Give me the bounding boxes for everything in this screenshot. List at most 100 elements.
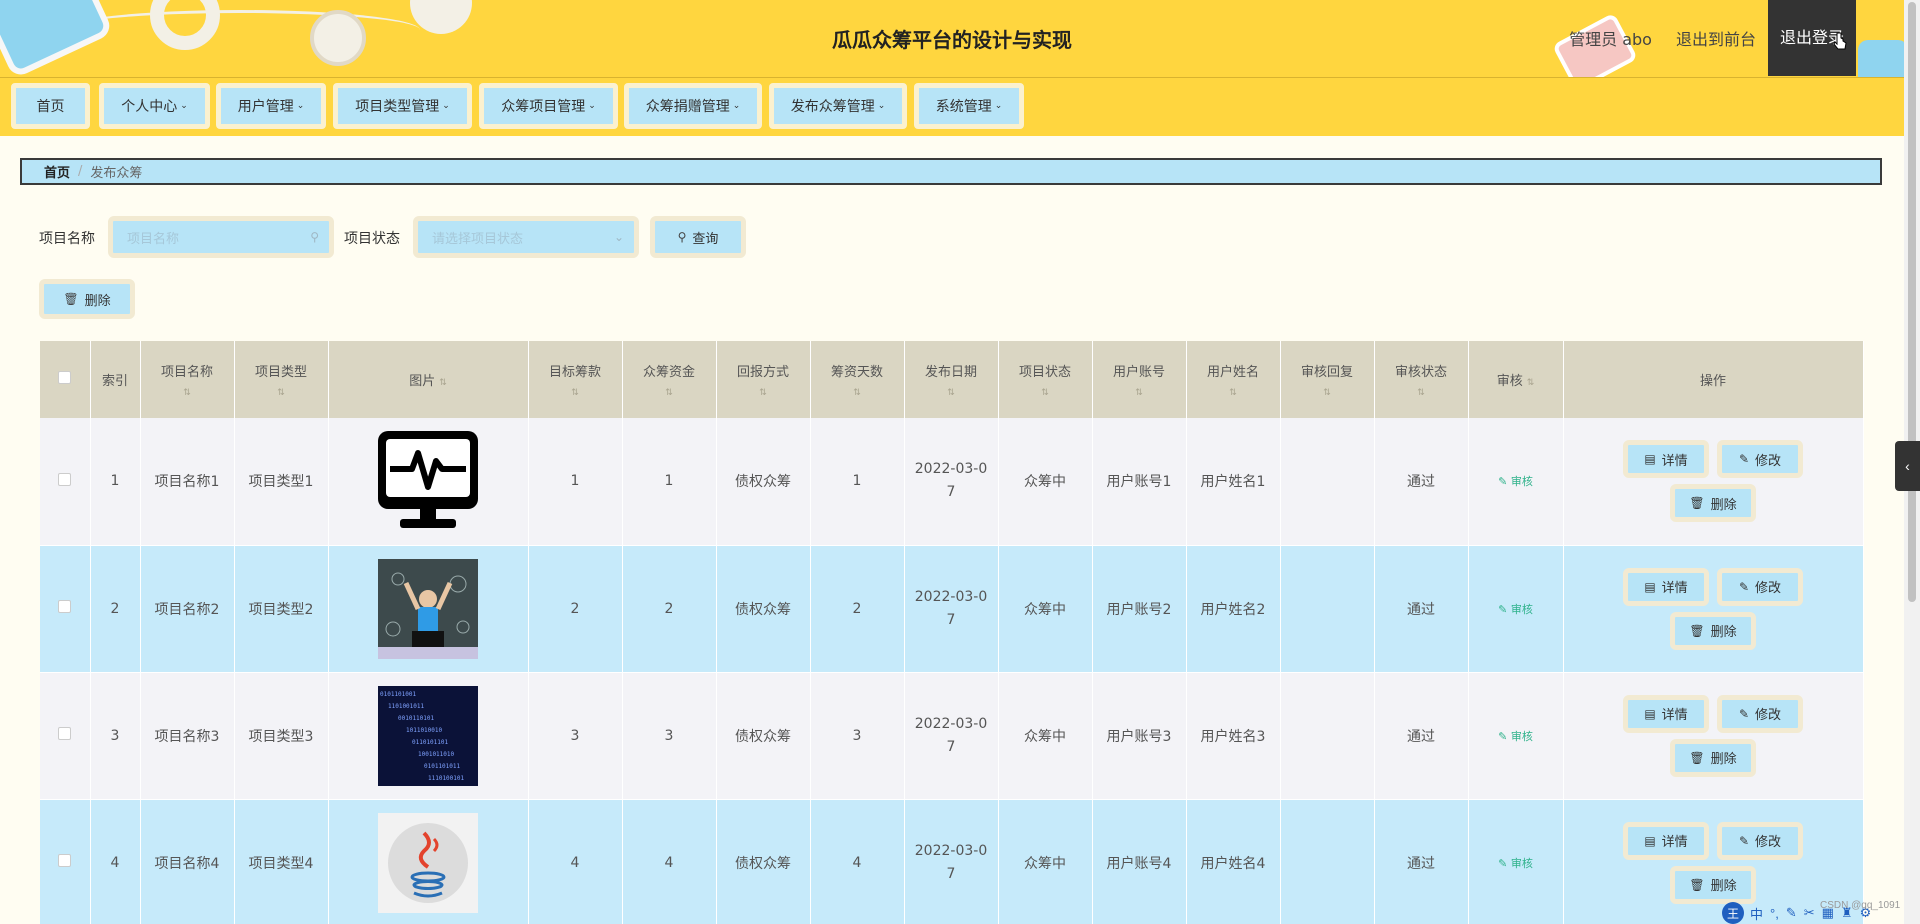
audit-reply-cell xyxy=(1280,672,1375,800)
column-header[interactable]: 项目状态 ⇅ xyxy=(998,341,1093,418)
document-icon: ▤ xyxy=(1644,706,1656,721)
audit-link[interactable]: ✎ 审核 xyxy=(1498,603,1533,616)
edit-button[interactable]: ✎ 修改 xyxy=(1717,821,1803,860)
batch-delete-button[interactable]: 🗑 删除 xyxy=(39,279,135,319)
svg-text:0010110101: 0010110101 xyxy=(398,715,435,722)
menu-crowdfunding-project-management[interactable]: 众筹项目管理 ⌄ xyxy=(479,83,618,129)
ime-punct-icon[interactable]: °, xyxy=(1770,906,1779,921)
date-line: 2022-03-0 xyxy=(914,588,988,605)
date-line: 2022-03-0 xyxy=(914,461,988,478)
project-status-select[interactable]: 请选择项目状态 ⌄ xyxy=(413,216,639,258)
row-checkbox[interactable] xyxy=(58,472,72,486)
query-button[interactable]: ⚲ 查询 xyxy=(650,216,746,258)
menu-home[interactable]: 首页 xyxy=(11,83,90,129)
column-header[interactable]: 发布日期 ⇅ xyxy=(904,341,999,418)
menu-personal-center[interactable]: 个人中心 ⌄ xyxy=(99,83,210,129)
pen-icon: ✎ xyxy=(1498,475,1511,489)
sort-icon[interactable]: ⇅ xyxy=(141,388,234,398)
funds-cell: 2 xyxy=(622,545,717,673)
sort-icon[interactable]: ⇅ xyxy=(439,378,447,388)
sort-icon[interactable]: ⇅ xyxy=(999,388,1092,398)
column-header[interactable]: 图片 ⇅ xyxy=(328,341,529,418)
chevron-down-icon: ⌄ xyxy=(994,101,1003,111)
detail-button[interactable]: ▤ 详情 xyxy=(1623,694,1709,733)
breadcrumb-home[interactable]: 首页 xyxy=(44,162,70,181)
select-all-checkbox[interactable] xyxy=(58,371,72,384)
audit-cell: ✎ 审核 xyxy=(1468,799,1564,924)
delete-button[interactable]: 🗑 删除 xyxy=(1670,738,1756,777)
project-type-cell: 项目类型2 xyxy=(234,545,329,673)
sort-icon[interactable]: ⇅ xyxy=(623,388,716,398)
project-name-placeholder: 项目名称 xyxy=(127,231,180,247)
sort-icon[interactable]: ⇅ xyxy=(1375,388,1468,398)
audit-link[interactable]: ✎ 审核 xyxy=(1498,475,1533,488)
sort-icon[interactable]: ⇅ xyxy=(1527,378,1535,388)
audit-link[interactable]: ✎ 审核 xyxy=(1498,857,1533,870)
row-checkbox[interactable] xyxy=(58,854,72,867)
delete-button[interactable]: 🗑 删除 xyxy=(1670,865,1756,904)
column-header[interactable]: 审核 ⇅ xyxy=(1468,341,1564,418)
ime-pen-icon[interactable]: ✎ xyxy=(1786,905,1797,921)
child-laptop-image[interactable] xyxy=(378,558,478,659)
menu-label: 众筹捐赠管理 xyxy=(645,99,730,115)
sort-icon[interactable]: ⇅ xyxy=(905,388,998,398)
column-header: 操作 xyxy=(1563,341,1864,418)
edit-button[interactable]: ✎ 修改 xyxy=(1717,567,1803,606)
sort-icon[interactable]: ⇅ xyxy=(1281,388,1374,398)
column-header[interactable]: 用户姓名 ⇅ xyxy=(1186,341,1281,418)
sort-icon[interactable]: ⇅ xyxy=(235,388,328,398)
binary-code-image[interactable]: 0101101001 1101001011 0010110101 1011010010… xyxy=(378,685,478,786)
funds-cell: 4 xyxy=(622,799,717,924)
side-panel-toggle[interactable]: ‹ xyxy=(1895,441,1920,491)
detail-button[interactable]: ▤ 详情 xyxy=(1623,821,1709,860)
menu-publish-crowdfunding-management[interactable]: 发布众筹管理 ⌄ xyxy=(769,83,907,129)
monitor-heartbeat-image[interactable] xyxy=(378,431,478,531)
scrollbar-thumb[interactable] xyxy=(1908,2,1916,602)
column-header[interactable]: 审核回复 ⇅ xyxy=(1280,341,1375,418)
menu-project-type-management[interactable]: 项目类型管理 ⌄ xyxy=(333,83,472,129)
ime-mode[interactable]: 中 xyxy=(1750,904,1763,923)
audit-reply-cell xyxy=(1280,799,1375,924)
detail-button[interactable]: ▤ 详情 xyxy=(1623,440,1709,479)
menu-label: 系统管理 xyxy=(935,99,992,115)
project-name-cell: 项目名称2 xyxy=(140,545,235,673)
column-header[interactable]: 项目类型 ⇅ xyxy=(234,341,329,418)
date-line: 7 xyxy=(946,611,956,628)
audit-link-label: 审核 xyxy=(1510,602,1533,616)
sort-icon[interactable]: ⇅ xyxy=(529,388,622,398)
edit-button[interactable]: ✎ 修改 xyxy=(1717,440,1803,479)
menu-user-management[interactable]: 用户管理 ⌄ xyxy=(216,83,326,129)
column-header[interactable]: 项目名称 ⇅ xyxy=(140,341,235,418)
row-checkbox[interactable] xyxy=(58,600,72,613)
column-header[interactable]: 众筹资金 ⇅ xyxy=(622,341,717,418)
sort-icon[interactable]: ⇅ xyxy=(1187,388,1280,398)
delete-button[interactable]: 🗑 删除 xyxy=(1670,611,1756,650)
edit-label: 修改 xyxy=(1755,708,1782,723)
menu-system-management[interactable]: 系统管理 ⌄ xyxy=(914,83,1024,129)
image-cell xyxy=(328,418,529,546)
sort-icon[interactable]: ⇅ xyxy=(717,388,810,398)
reward-method-cell: 债权众筹 xyxy=(716,418,811,546)
menu-donation-management[interactable]: 众筹捐赠管理 ⌄ xyxy=(624,83,762,129)
edit-button[interactable]: ✎ 修改 xyxy=(1717,694,1803,733)
row-checkbox[interactable] xyxy=(58,727,72,740)
column-header[interactable]: 用户账号 ⇅ xyxy=(1092,341,1187,418)
column-header[interactable]: 目标筹款 ⇅ xyxy=(528,341,623,418)
delete-button[interactable]: 🗑 删除 xyxy=(1670,484,1756,523)
image-cell: 0101101001 1101001011 0010110101 1011010010… xyxy=(328,672,529,800)
column-header[interactable]: 回报方式 ⇅ xyxy=(716,341,811,418)
sort-icon[interactable]: ⇅ xyxy=(811,388,904,398)
sort-icon[interactable]: ⇅ xyxy=(1093,388,1186,398)
audit-cell: ✎ 审核 xyxy=(1468,418,1564,546)
audit-link[interactable]: ✎ 审核 xyxy=(1498,730,1533,743)
ime-scissors-icon[interactable]: ✂ xyxy=(1804,905,1815,921)
column-header[interactable]: 审核状态 ⇅ xyxy=(1374,341,1469,418)
date-line: 2022-03-0 xyxy=(914,715,988,732)
java-logo-image[interactable] xyxy=(378,812,478,913)
user-name-cell: 用户姓名1 xyxy=(1186,418,1281,546)
front-link[interactable]: 退出到前台 xyxy=(1676,26,1756,50)
index-cell: 2 xyxy=(90,545,141,673)
detail-button[interactable]: ▤ 详情 xyxy=(1623,567,1709,606)
column-header[interactable]: 筹资天数 ⇅ xyxy=(810,341,905,418)
project-name-input[interactable]: 项目名称 ⚲ xyxy=(108,216,334,258)
